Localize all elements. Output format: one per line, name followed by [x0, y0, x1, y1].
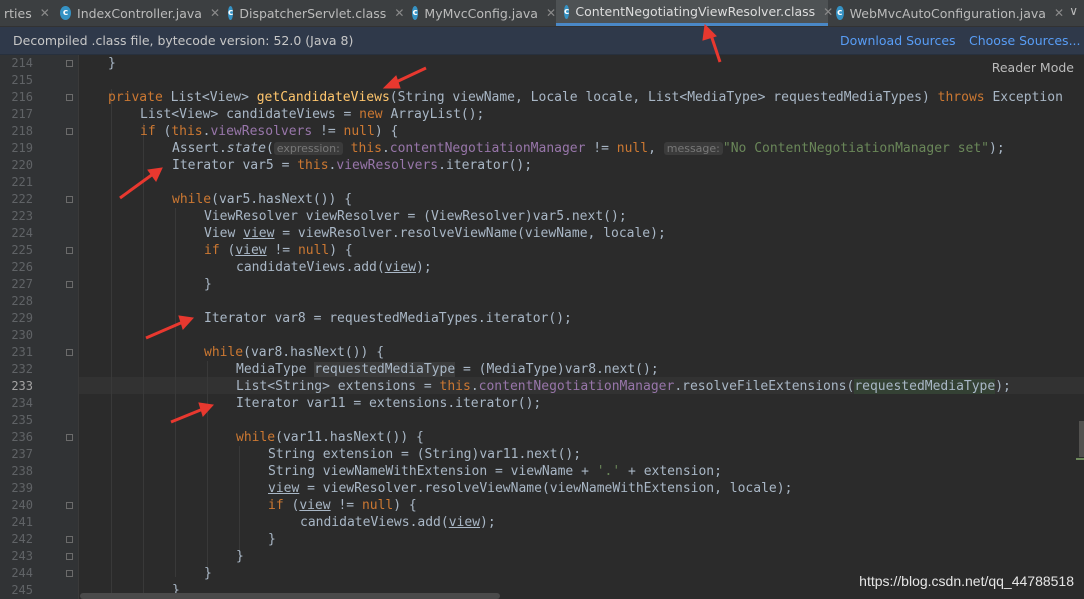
annotation-arrow: [145, 315, 195, 340]
annotation-arrow: [119, 167, 163, 200]
annotation-arrow: [382, 66, 427, 89]
annotation-arrow: [170, 402, 215, 424]
watermark: https://blog.csdn.net/qq_44788518: [859, 573, 1074, 589]
annotation-arrow: [702, 23, 722, 63]
annotation-arrows: [119, 23, 722, 424]
